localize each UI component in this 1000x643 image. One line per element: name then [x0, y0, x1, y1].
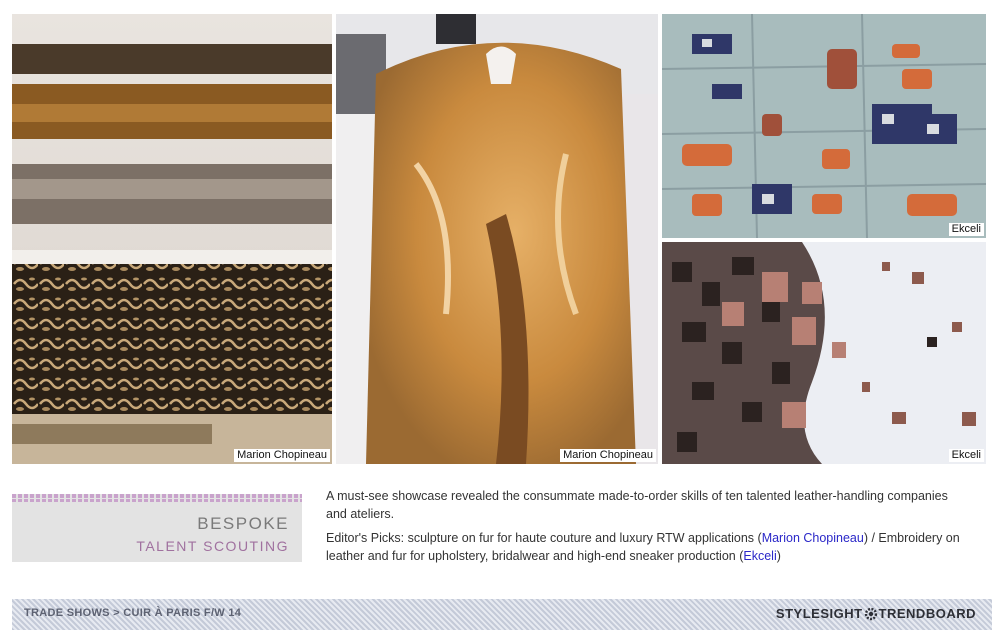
description-text: Editor's Picks: sculpture on fur for hau…	[326, 531, 762, 545]
photo-credit: Ekceli	[948, 449, 984, 462]
section-tag: BESPOKE TALENT SCOUTING	[12, 494, 302, 562]
description: A must-see showcase revealed the consumm…	[326, 487, 966, 571]
link-ekceli[interactable]: Ekceli	[743, 549, 776, 563]
photo-fur-vest: Marion Chopineau	[336, 14, 658, 464]
photo-fur-pelts: Marion Chopineau	[12, 14, 332, 464]
link-marion-chopineau[interactable]: Marion Chopineau	[762, 531, 864, 545]
footer-bar: TRADE SHOWS > CUIR À PARIS F/W 14 STYLES…	[12, 599, 992, 630]
breadcrumb[interactable]: TRADE SHOWS > CUIR À PARIS F/W 14	[24, 607, 241, 619]
brand-logo: STYLESIGHT TRENDBOARD	[776, 606, 976, 621]
leather-sequins-image	[662, 242, 986, 464]
brand-name-left: STYLESIGHT	[775, 606, 863, 621]
fur-pelts-image	[12, 14, 332, 464]
description-text: )	[776, 549, 781, 563]
description-paragraph: A must-see showcase revealed the consumm…	[326, 489, 948, 521]
leather-grid-image	[662, 14, 986, 238]
photo-leather-grid: Ekceli	[662, 14, 986, 238]
photo-credit: Ekceli	[948, 223, 984, 236]
gear-icon	[864, 607, 878, 621]
tag-subtitle: TALENT SCOUTING	[136, 538, 289, 554]
photo-credit: Marion Chopineau	[234, 449, 330, 462]
photo-credit: Marion Chopineau	[560, 449, 656, 462]
editors-picks-paragraph: Editor's Picks: sculpture on fur for hau…	[326, 529, 966, 565]
brand-name-right: TRENDBOARD	[878, 606, 976, 621]
tag-stripe	[12, 494, 302, 502]
tag-title: BESPOKE	[197, 514, 289, 533]
fur-vest-image	[336, 14, 658, 464]
photo-leather-sequins: Ekceli	[662, 242, 986, 464]
